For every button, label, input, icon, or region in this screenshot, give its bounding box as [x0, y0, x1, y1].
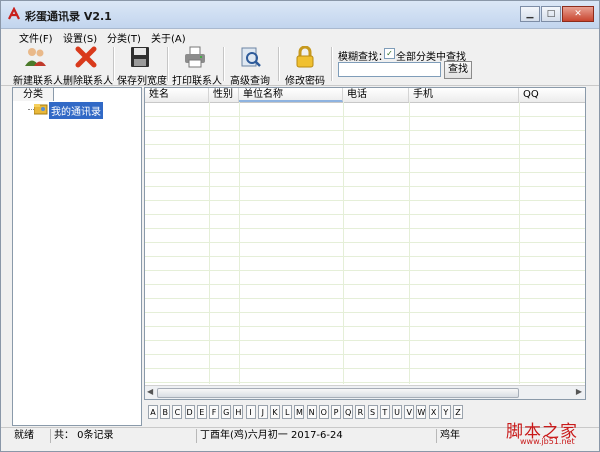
alphabet-button[interactable]: H	[233, 405, 244, 419]
contacts-table[interactable]: 姓名 性别 单位名称 电话 手机 QQ ◀ ▶	[144, 87, 586, 400]
change-password-label: 修改密码	[285, 76, 325, 87]
toolbar-separator	[167, 47, 169, 81]
alphabet-button[interactable]: I	[245, 405, 256, 419]
alphabet-button[interactable]: E	[196, 405, 207, 419]
grid-column-line	[519, 102, 520, 384]
menu-category[interactable]: 分类(T)	[107, 30, 141, 45]
search-button[interactable]: 查找	[444, 61, 472, 79]
alphabet-button[interactable]: Z	[453, 405, 463, 419]
alphabet-button[interactable]: S	[367, 405, 378, 419]
column-header-name[interactable]: 姓名	[145, 88, 209, 102]
window-title: 彩蛋通讯录 V2.1	[25, 10, 112, 23]
printer-icon	[185, 46, 205, 68]
alphabet-button[interactable]: D	[184, 405, 195, 419]
watermark-url: www.jb51.net	[520, 437, 575, 446]
alphabet-button[interactable]: K	[270, 405, 280, 419]
tree-item-my-contacts[interactable]: 我的通讯录	[49, 102, 103, 119]
alphabet-button[interactable]: B	[160, 405, 171, 419]
alphabet-button[interactable]: L	[282, 405, 293, 419]
alphabet-button[interactable]: T	[379, 405, 390, 419]
new-contact-button[interactable]: 新建联系人	[13, 45, 63, 87]
minimize-button[interactable]: ▁	[520, 6, 540, 22]
column-header-company[interactable]: 单位名称	[239, 88, 343, 102]
toolbar: 新建联系人 删除联系人 保存列宽度 打印联系人 高级查询 修改密码	[1, 45, 599, 87]
alphabet-button[interactable]: M	[294, 405, 305, 419]
alphabet-button[interactable]: Q	[343, 405, 354, 419]
grid-column-line	[343, 102, 344, 384]
status-zodiac: 鸡年	[440, 430, 460, 441]
alphabet-button[interactable]: R	[355, 405, 366, 419]
alphabet-button[interactable]: V	[404, 405, 415, 419]
save-icon	[131, 47, 149, 67]
category-tree-panel[interactable]	[12, 87, 142, 426]
all-categories-checkbox[interactable]: ✓	[384, 48, 395, 59]
app-logo-icon	[8, 7, 20, 20]
alphabet-button[interactable]: Y	[440, 405, 451, 419]
status-record-count: 共： 0条记录	[51, 429, 197, 443]
alphabet-button[interactable]: C	[172, 405, 183, 419]
scroll-right-icon[interactable]: ▶	[576, 387, 582, 396]
close-button[interactable]: ✕	[562, 6, 594, 22]
search-input[interactable]	[338, 62, 441, 77]
save-column-width-button[interactable]: 保存列宽度	[117, 45, 167, 87]
change-password-button[interactable]: 修改密码	[285, 45, 325, 87]
column-header-mobile[interactable]: 手机	[409, 88, 519, 102]
new-contact-icon	[25, 48, 46, 66]
delete-contact-icon	[75, 46, 97, 68]
horizontal-scrollbar[interactable]: ◀ ▶	[145, 385, 585, 399]
toolbar-separator	[113, 47, 115, 81]
minimize-icon: ▁	[526, 9, 534, 19]
menu-about[interactable]: 关于(A)	[151, 30, 186, 45]
title-bar[interactable]: 彩蛋通讯录 V2.1 ▁ □ ✕	[1, 1, 599, 29]
delete-contact-label: 删除联系人	[63, 76, 113, 87]
scroll-left-icon[interactable]: ◀	[147, 387, 153, 396]
grid-column-line	[239, 102, 240, 384]
column-header-gender[interactable]: 性别	[209, 88, 239, 102]
column-header-phone[interactable]: 电话	[343, 88, 409, 102]
grid-column-line	[409, 102, 410, 384]
status-state: 就绪	[11, 429, 51, 443]
alphabet-button[interactable]: F	[209, 405, 219, 419]
alphabet-button[interactable]: A	[148, 405, 158, 419]
toolbar-separator	[223, 47, 225, 81]
print-contacts-label: 打印联系人	[172, 76, 222, 87]
alphabet-button[interactable]: G	[221, 405, 232, 419]
maximize-button[interactable]: □	[541, 6, 561, 22]
alphabet-button[interactable]: X	[428, 405, 439, 419]
toolbar-separator	[278, 47, 280, 81]
alphabet-button[interactable]: U	[392, 405, 402, 419]
close-icon: ✕	[574, 9, 582, 19]
alphabet-button[interactable]: N	[306, 405, 317, 419]
status-date: 丁酉年(鸡)六月初一 2017-6-24	[197, 429, 437, 443]
app-window: 彩蛋通讯录 V2.1 ▁ □ ✕ 文件(F) 设置(S) 分类(T) 关于(A)…	[0, 0, 600, 452]
scrollbar-thumb[interactable]	[157, 388, 519, 398]
alphabet-button[interactable]: W	[416, 405, 427, 419]
lock-icon	[296, 45, 314, 68]
menu-file[interactable]: 文件(F)	[19, 30, 53, 45]
advanced-search-button[interactable]: 高级查询	[229, 45, 271, 87]
advanced-search-icon	[241, 47, 261, 67]
new-contact-label: 新建联系人	[13, 76, 63, 87]
menu-settings[interactable]: 设置(S)	[63, 30, 97, 45]
menu-bar: 文件(F) 设置(S) 分类(T) 关于(A)	[1, 29, 599, 45]
alphabet-button[interactable]: J	[257, 405, 268, 419]
print-contacts-button[interactable]: 打印联系人	[172, 45, 222, 87]
grid-column-line	[209, 102, 210, 384]
column-header-qq[interactable]: QQ	[519, 88, 585, 102]
table-header: 姓名 性别 单位名称 电话 手机 QQ	[145, 88, 585, 103]
advanced-search-label: 高级查询	[230, 76, 270, 87]
maximize-icon: □	[546, 9, 556, 19]
save-column-width-label: 保存列宽度	[117, 76, 167, 87]
alphabet-button[interactable]: P	[331, 405, 341, 419]
folder-contacts-icon	[34, 104, 48, 115]
tab-category[interactable]: 分类	[12, 87, 54, 101]
fuzzy-search-label: 模糊查找：	[338, 52, 388, 63]
delete-contact-button[interactable]: 删除联系人	[63, 45, 113, 87]
alphabet-button[interactable]: O	[318, 405, 329, 419]
toolbar-separator	[331, 47, 333, 81]
